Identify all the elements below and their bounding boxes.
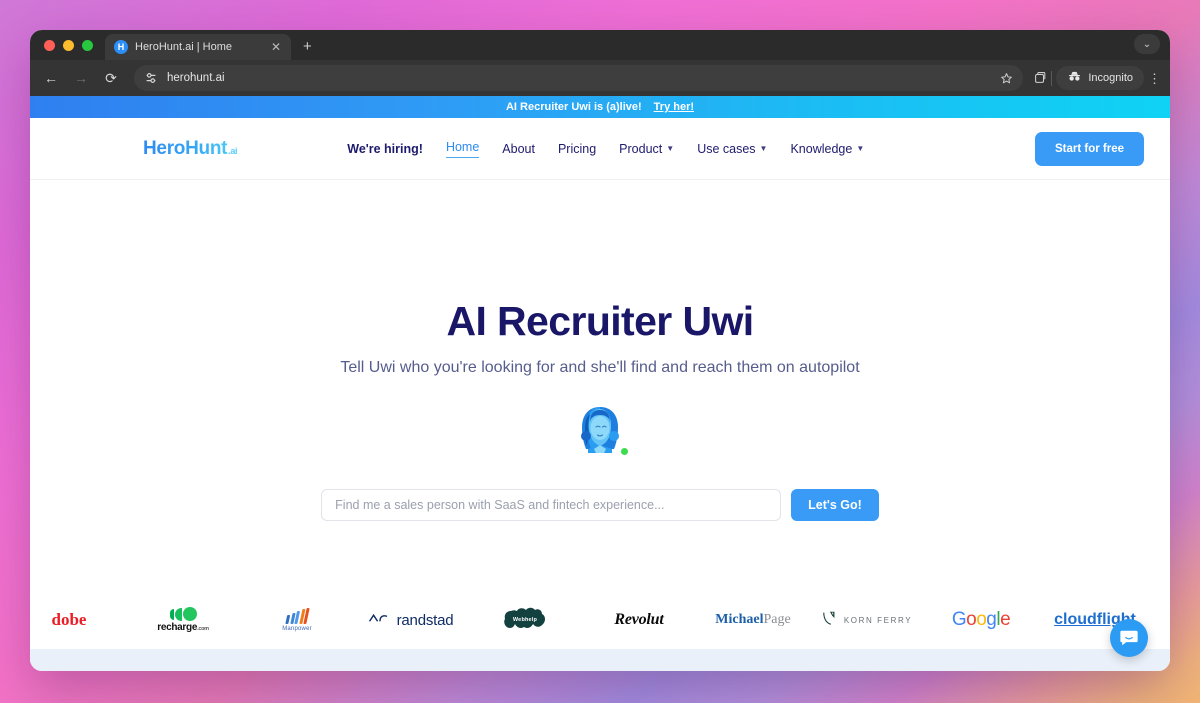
uwi-avatar (568, 399, 632, 463)
nav-item-product[interactable]: Product ▼ (619, 142, 674, 156)
nav-item-knowledge[interactable]: Knowledge ▼ (790, 142, 864, 156)
chevron-down-icon[interactable]: ⌄ (1134, 34, 1160, 54)
page-title: AI Recruiter Uwi (446, 298, 754, 344)
nav-label: We're hiring! (347, 141, 423, 156)
adobe-wordmark: dobe (51, 610, 87, 629)
hero-section: AI Recruiter Uwi Tell Uwi who you're loo… (30, 180, 1170, 591)
brand-logo-google: Google (924, 597, 1038, 643)
site-header: HeroHunt .ai We're hiring! Home About Pr… (30, 118, 1170, 180)
customer-logo-strip: dobe recharge.com Manpower randstad Webh… (30, 591, 1170, 649)
browser-tab-strip: H HeroHunt.ai | Home ✕ + ⌄ (30, 30, 1170, 60)
randstad-wordmark: randstad (396, 611, 454, 629)
main-navigation: We're hiring! Home About Pricing Product… (347, 140, 864, 158)
nav-item-home[interactable]: Home (445, 140, 480, 158)
google-wordmark: Google (951, 609, 1011, 630)
toolbar-divider (1051, 70, 1053, 86)
status-badge (619, 446, 630, 457)
chat-bubble-icon (1120, 630, 1138, 646)
nav-label: Use cases (697, 141, 756, 156)
incognito-indicator[interactable]: Incognito (1056, 66, 1144, 90)
window-traffic-lights (30, 40, 105, 60)
nav-item-use-cases[interactable]: Use cases ▼ (697, 142, 767, 156)
site-logo[interactable]: HeroHunt .ai (143, 138, 237, 160)
michaelpage-wordmark-light: Page (763, 612, 791, 627)
reload-icon[interactable]: ⟳ (98, 65, 124, 91)
michaelpage-wordmark-bold: Michael (715, 612, 764, 627)
kornferry-mark (822, 610, 838, 631)
brand-logo-recharge: recharge.com (126, 597, 240, 643)
maximize-window-button[interactable] (82, 40, 93, 51)
kornferry-wordmark: KORN FERRY (843, 615, 913, 625)
kebab-menu-icon[interactable]: ⋮ (1148, 72, 1161, 85)
search-input[interactable] (321, 489, 782, 521)
nav-label: Home (445, 140, 480, 154)
nav-label: Pricing (557, 141, 597, 156)
brand-logo-michael-page: MichaelPage (696, 597, 810, 643)
browser-window: H HeroHunt.ai | Home ✕ + ⌄ ← → ⟳ herohun… (30, 30, 1170, 671)
recharge-wordmark: recharge (157, 622, 198, 633)
start-for-free-button[interactable]: Start for free (1034, 131, 1144, 166)
chevron-down-icon: ▼ (856, 143, 865, 153)
tab-groups-icon[interactable] (1033, 71, 1047, 85)
nav-item-pricing[interactable]: Pricing (558, 142, 596, 156)
revolut-wordmark: Revolut (614, 611, 664, 628)
nav-item-were-hiring[interactable]: We're hiring! (347, 142, 423, 156)
brand-logo-randstad: randstad (354, 597, 468, 643)
tune-icon[interactable] (144, 71, 158, 85)
nav-label: About (502, 141, 535, 156)
hero-search-row: Let's Go! (321, 489, 879, 521)
brand-logo-korn-ferry: KORN FERRY (810, 597, 924, 643)
nav-label: Product (619, 141, 663, 156)
back-icon[interactable]: ← (38, 65, 64, 91)
tab-strip-right: ⌄ (1134, 34, 1170, 60)
recharge-mark (169, 607, 197, 621)
nav-label: Knowledge (790, 141, 853, 156)
chevron-down-icon: ▼ (759, 143, 768, 153)
manpower-mark (284, 608, 310, 624)
brand-logo-revolut: Revolut (582, 597, 696, 643)
new-tab-button[interactable]: + (303, 39, 312, 54)
hero-subtitle: Tell Uwi who you're looking for and she'… (340, 359, 860, 376)
webhelp-wordmark: Webhelp (512, 617, 538, 623)
nav-item-about[interactable]: About (502, 142, 535, 156)
chevron-down-icon: ▼ (666, 143, 675, 153)
manpower-wordmark: Manpower (282, 626, 312, 632)
chat-widget-button[interactable] (1110, 619, 1148, 657)
browser-toolbar: ← → ⟳ herohunt.ai Incognito ⋮ (30, 60, 1170, 96)
lets-go-button[interactable]: Let's Go! (791, 489, 879, 521)
logo-suffix: .ai (228, 145, 238, 156)
page-viewport: AI Recruiter Uwi is (a)live! Try her! He… (30, 96, 1170, 671)
recharge-suffix: .com (197, 626, 209, 632)
incognito-icon (1067, 70, 1082, 86)
close-window-button[interactable] (44, 40, 55, 51)
promo-text: AI Recruiter Uwi is (a)live! (505, 101, 642, 113)
promo-banner: AI Recruiter Uwi is (a)live! Try her! (30, 96, 1170, 118)
forward-icon: → (74, 70, 88, 86)
minimize-window-button[interactable] (63, 40, 74, 51)
tab-title: HeroHunt.ai | Home (135, 41, 233, 53)
brand-logo-manpower: Manpower (240, 597, 354, 643)
close-icon[interactable]: ✕ (269, 41, 283, 53)
randstad-mark (368, 611, 391, 629)
logo-text: HeroHunt (143, 137, 228, 159)
brand-logo-webhelp: Webhelp (468, 597, 582, 643)
browser-tab[interactable]: H HeroHunt.ai | Home ✕ (105, 34, 291, 60)
incognito-label: Incognito (1088, 72, 1133, 84)
page-bottom-band (30, 649, 1170, 671)
favicon-herohunt: H (114, 40, 128, 54)
address-bar[interactable]: herohunt.ai (134, 65, 1024, 91)
omnibox-actions (1000, 72, 1013, 85)
promo-try-her-link[interactable]: Try her! (654, 101, 694, 113)
star-icon[interactable] (1000, 72, 1013, 85)
url-text: herohunt.ai (167, 72, 225, 84)
brand-logo-adobe: dobe (30, 597, 126, 643)
